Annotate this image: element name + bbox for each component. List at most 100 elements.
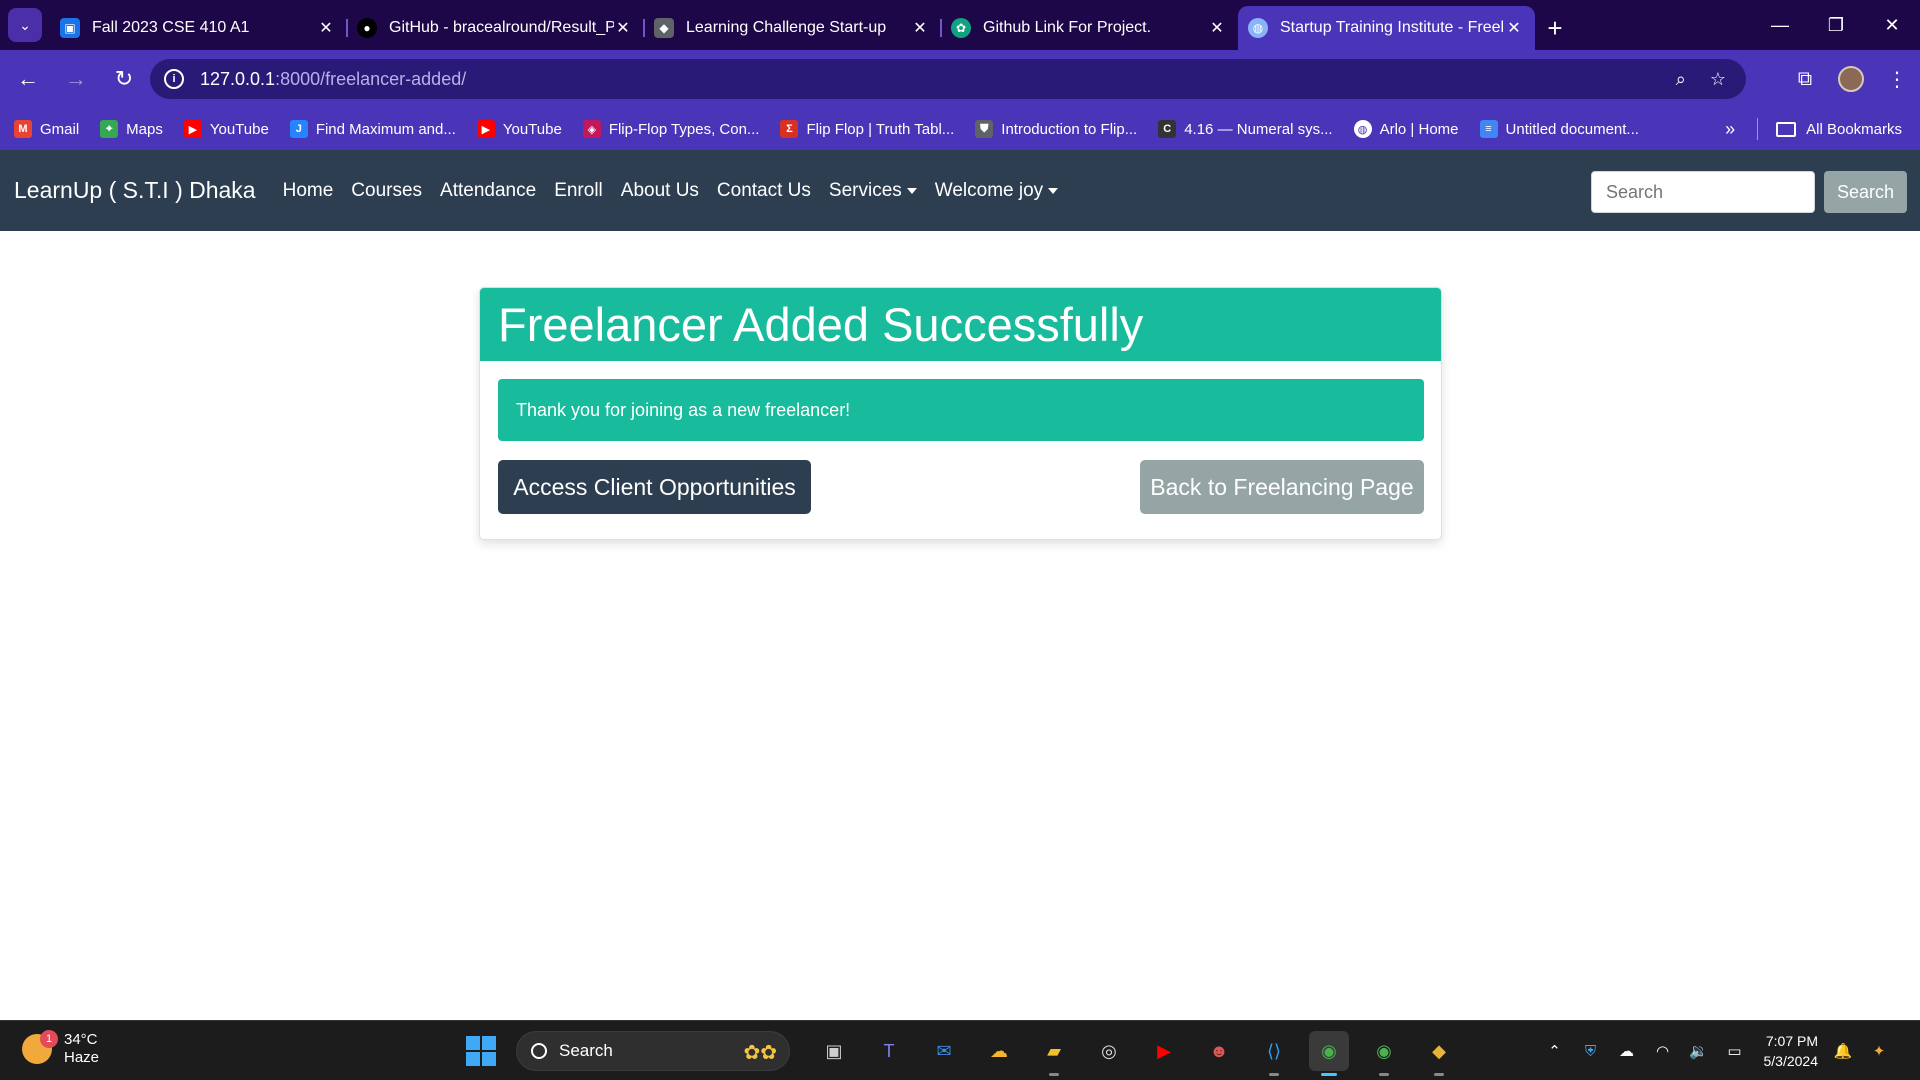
more-bookmarks-icon[interactable]: » xyxy=(1725,119,1735,140)
nav-home[interactable]: Home xyxy=(283,180,334,202)
extensions-icon[interactable]: ⧉ xyxy=(1782,59,1828,99)
divider xyxy=(1757,118,1759,140)
browser-tab[interactable]: ▣ Fall 2023 CSE 410 A1 ✕ xyxy=(50,9,348,47)
nav-links: Home Courses Attendance Enroll About Us … xyxy=(283,180,1077,202)
close-icon[interactable]: ✕ xyxy=(614,18,632,38)
file-explorer-icon[interactable]: ▰ xyxy=(1034,1031,1074,1076)
vscode-icon[interactable]: ⟨⟩ xyxy=(1254,1031,1294,1076)
teams-icon[interactable]: T xyxy=(869,1031,909,1071)
globe-icon: ◍ xyxy=(1248,18,1268,38)
chrome-active-icon[interactable]: ◉ xyxy=(1309,1031,1349,1076)
search-highlight-icon: ✿✿ xyxy=(743,1042,777,1064)
bookmark-item[interactable]: ⛊ Introduction to Flip... xyxy=(975,120,1137,138)
weather-widget[interactable]: 1 34°C Haze xyxy=(22,1030,100,1067)
back-to-freelancing-button[interactable]: Back to Freelancing Page xyxy=(1140,460,1424,514)
browser-tab[interactable]: ✿ Github Link For Project. ✕ xyxy=(941,9,1238,47)
bookmark-item[interactable]: ▶ YouTube xyxy=(476,120,562,138)
close-icon[interactable]: ✕ xyxy=(1505,18,1523,38)
address-bar[interactable]: i 127.0.0.1:8000/freelancer-added/ ⌕ ☆ xyxy=(150,59,1746,99)
browser-tab-active[interactable]: ◍ Startup Training Institute - Freel ✕ xyxy=(1238,6,1535,50)
classroom-icon: ▣ xyxy=(60,18,80,38)
close-icon[interactable]: ✕ xyxy=(911,18,929,38)
chevron-up-icon[interactable]: ⌃ xyxy=(1540,1042,1570,1060)
weather-condition: Haze xyxy=(64,1049,100,1066)
bookmark-item[interactable]: ≡ Untitled document... xyxy=(1479,120,1639,138)
battery-icon[interactable]: ▭ xyxy=(1720,1042,1750,1060)
bookmark-item[interactable]: ◍ Arlo | Home xyxy=(1353,120,1459,138)
nav-attendance[interactable]: Attendance xyxy=(440,180,536,202)
profile-avatar[interactable] xyxy=(1828,59,1874,99)
nav-services-dropdown[interactable]: Services xyxy=(829,180,917,202)
git-tool-icon[interactable]: ◆ xyxy=(1419,1031,1459,1076)
task-view-icon[interactable]: ▣ xyxy=(814,1031,854,1071)
access-client-opportunities-button[interactable]: Access Client Opportunities xyxy=(498,460,811,514)
taskbar-search[interactable]: Search ✿✿ xyxy=(516,1031,790,1071)
bookmark-star-icon[interactable]: ☆ xyxy=(1710,69,1726,90)
close-window-icon[interactable]: ✕ xyxy=(1864,0,1920,50)
restore-icon[interactable]: ❐ xyxy=(1808,0,1864,50)
bookmark-item[interactable]: Σ Flip Flop | Truth Tabl... xyxy=(780,120,954,138)
obs-icon[interactable]: ◎ xyxy=(1089,1031,1129,1071)
chevron-down-icon: ⌄ xyxy=(19,16,31,33)
jira-icon: J xyxy=(289,120,308,138)
zoom-icon[interactable]: ⌕ xyxy=(1676,69,1686,90)
card-header: Freelancer Added Successfully xyxy=(480,288,1441,361)
nav-about-us[interactable]: About Us xyxy=(621,180,699,202)
bookmark-item[interactable]: M Gmail xyxy=(14,120,79,138)
bookmark-label: Untitled document... xyxy=(1505,120,1639,138)
forward-icon[interactable]: → xyxy=(56,59,96,99)
browser-tab[interactable]: ● GitHub - bracealround/Result_P ✕ xyxy=(347,9,645,47)
bookmark-item[interactable]: J Find Maximum and... xyxy=(289,120,456,138)
bookmark-icon: ◈ xyxy=(582,120,601,138)
gmail-icon: M xyxy=(14,120,32,138)
bookmark-item[interactable]: ⌖ Maps xyxy=(100,120,163,138)
tab-search-button[interactable]: ⌄ xyxy=(8,8,42,42)
nav-courses[interactable]: Courses xyxy=(351,180,422,202)
chrome-icon[interactable]: ◉ xyxy=(1364,1031,1404,1076)
clock-time: 7:07 PM xyxy=(1765,1033,1818,1049)
new-tab-button[interactable]: + xyxy=(1535,9,1575,47)
success-alert: Thank you for joining as a new freelance… xyxy=(498,379,1424,441)
defender-icon[interactable]: ⛨ xyxy=(1576,1043,1606,1060)
app-mascot-icon[interactable]: ☻ xyxy=(1199,1031,1239,1071)
close-icon[interactable]: ✕ xyxy=(317,18,335,38)
menu-icon[interactable]: ⋮ xyxy=(1874,59,1920,99)
windows-start-icon[interactable] xyxy=(466,1036,496,1066)
mail-icon[interactable]: ✉ xyxy=(924,1031,964,1071)
site-search-button[interactable]: Search xyxy=(1824,171,1907,213)
nav-enroll[interactable]: Enroll xyxy=(554,180,603,202)
site-info-icon[interactable]: i xyxy=(164,69,184,89)
reload-icon[interactable]: ↻ xyxy=(104,59,144,99)
back-icon[interactable]: ← xyxy=(8,59,48,99)
nav-user-dropdown[interactable]: Welcome joy xyxy=(935,180,1059,202)
weather-app-icon[interactable]: ☁ xyxy=(979,1031,1019,1071)
browser-tab[interactable]: ◆ Learning Challenge Start-up ✕ xyxy=(644,9,942,47)
bookmark-item[interactable]: C 4.16 — Numeral sys... xyxy=(1158,120,1333,138)
all-bookmarks-link[interactable]: All Bookmarks xyxy=(1806,121,1902,138)
wifi-icon[interactable]: ◠ xyxy=(1648,1042,1678,1060)
site-brand[interactable]: LearnUp ( S.T.I ) Dhaka xyxy=(14,177,256,204)
windows-taskbar: 1 34°C Haze Search ✿✿ ▣ T ✉ ☁ ▰ ◎ ▶ ☻ ⟨⟩… xyxy=(0,1020,1920,1080)
volume-icon[interactable]: 🔉 xyxy=(1684,1042,1714,1060)
globe-icon: ◍ xyxy=(1353,120,1372,138)
running-indicator xyxy=(1269,1073,1279,1076)
site-search-input[interactable] xyxy=(1591,171,1815,213)
running-indicator xyxy=(1049,1073,1059,1076)
tab-title: Learning Challenge Start-up xyxy=(686,19,887,36)
bookmark-item[interactable]: ◈ Flip-Flop Types, Con... xyxy=(582,120,759,138)
copilot-icon[interactable]: ✦ xyxy=(1864,1042,1894,1060)
browser-tab-strip: ⌄ ▣ Fall 2023 CSE 410 A1 ✕ ● GitHub - br… xyxy=(0,0,1920,50)
notifications-bell-icon[interactable]: 🔔 xyxy=(1828,1042,1858,1060)
caret-down-icon xyxy=(906,187,917,194)
browser-toolbar: ← → ↻ i 127.0.0.1:8000/freelancer-added/… xyxy=(0,50,1920,108)
bookmark-label: YouTube xyxy=(502,120,562,138)
close-icon[interactable]: ✕ xyxy=(1208,18,1226,38)
weather-icon: 1 xyxy=(22,1030,58,1064)
success-card: Freelancer Added Successfully Thank you … xyxy=(479,287,1442,540)
minimize-icon[interactable]: — xyxy=(1752,0,1808,50)
nav-contact-us[interactable]: Contact Us xyxy=(717,180,811,202)
youtube-app-icon[interactable]: ▶ xyxy=(1144,1031,1184,1071)
clock[interactable]: 7:07 PM 5/3/2024 xyxy=(1764,1031,1819,1071)
bookmark-item[interactable]: ▶ YouTube xyxy=(183,120,269,138)
onedrive-icon[interactable]: ☁ xyxy=(1612,1042,1642,1060)
